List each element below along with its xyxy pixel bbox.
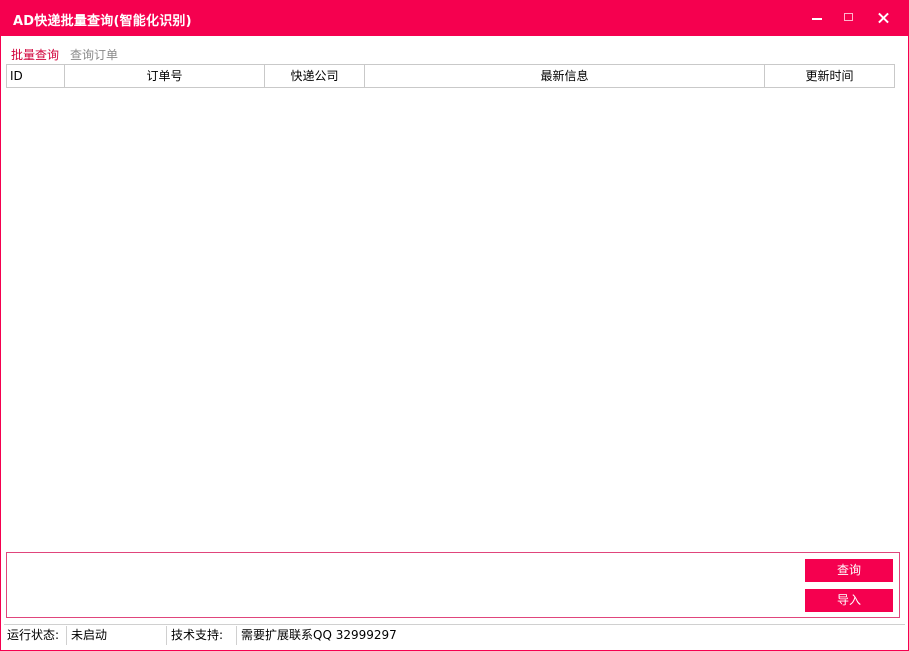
column-header-latest-info[interactable]: 最新信息	[365, 65, 765, 87]
minimize-icon[interactable]	[806, 7, 828, 29]
column-header-update-time[interactable]: 更新时间	[765, 65, 894, 87]
status-support-label: 技术支持:	[171, 628, 224, 642]
import-button[interactable]: 导入	[805, 589, 893, 612]
column-header-courier[interactable]: 快递公司	[265, 65, 365, 87]
status-support-value: 需要扩展联系QQ 32999297	[241, 628, 397, 642]
title-bar[interactable]: AD快递批量查询(智能化识别)	[1, 1, 908, 36]
action-panel: 查询 导入	[6, 552, 900, 618]
column-header-order-number[interactable]: 订单号	[65, 65, 265, 87]
status-bar: 运行状态: 未启动 技术支持: 需要扩展联系QQ 32999297	[4, 624, 905, 646]
status-state-value: 未启动	[71, 628, 108, 642]
tab-query-order[interactable]: 查询订单	[70, 46, 118, 63]
status-divider	[166, 626, 167, 645]
results-table[interactable]: ID 订单号 快递公司 最新信息 更新时间	[6, 64, 895, 88]
tab-batch-query[interactable]: 批量查询	[11, 46, 59, 63]
status-divider	[236, 626, 237, 645]
window-title: AD快递批量查询(智能化识别)	[13, 14, 192, 29]
close-icon[interactable]	[873, 7, 895, 29]
query-button[interactable]: 查询	[805, 559, 893, 582]
app-window: AD快递批量查询(智能化识别) 批量查询 查询订单 ID 订单号 快递公司 最新…	[0, 0, 909, 651]
column-header-id[interactable]: ID	[7, 65, 65, 87]
maximize-icon[interactable]	[837, 7, 859, 29]
status-state-label: 运行状态:	[7, 628, 60, 642]
status-divider	[66, 626, 67, 645]
